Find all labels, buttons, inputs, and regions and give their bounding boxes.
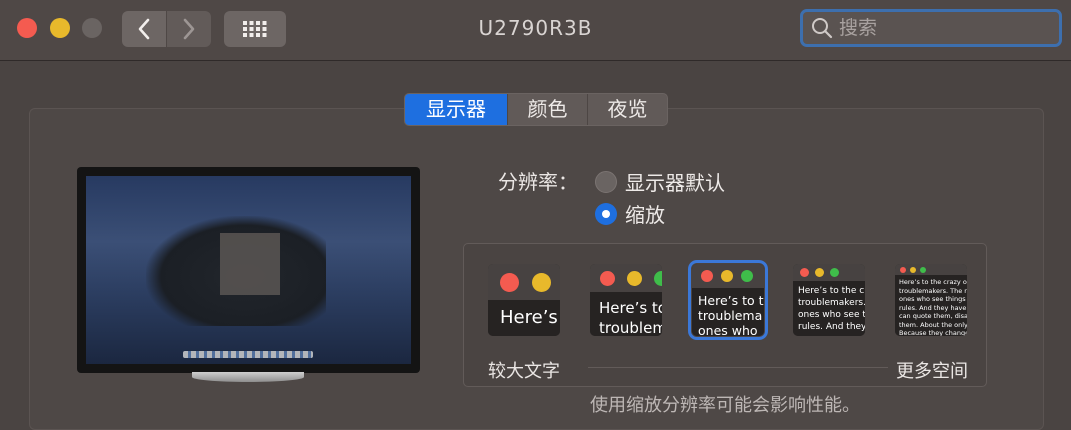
thumb-red-dot (900, 267, 906, 273)
resolution-label: 分辨率： (498, 170, 578, 194)
thumb-green-dot (920, 267, 926, 273)
thumb-text: Here’s to the crazy one troublemakers. T… (895, 275, 967, 336)
desktop-wallpaper (86, 176, 411, 364)
thumb-red-dot (800, 268, 809, 277)
thumb-green-dot (654, 271, 662, 286)
thumb-text: Here’s (488, 300, 560, 336)
preview-window (220, 233, 280, 295)
radio-default-label: 显示器默认 (625, 171, 725, 195)
thumb-red-dot (600, 271, 615, 286)
search-field[interactable] (800, 9, 1062, 47)
monitor-preview (77, 167, 420, 373)
title-bar: U2790R3B (0, 0, 1071, 61)
tab-night-shift[interactable]: 夜览 (587, 94, 667, 125)
thumb-yellow-dot (721, 270, 733, 282)
thumb-yellow-dot (532, 273, 551, 292)
thumb-yellow-dot (815, 268, 824, 277)
scale-option-2[interactable]: Here’s to troublem (590, 264, 662, 336)
scaling-performance-note: 使用缩放分辨率可能会影响性能。 (590, 395, 860, 416)
radio-default-row[interactable]: 显示器默认 (595, 167, 725, 196)
preview-dock (183, 351, 313, 358)
more-space-label: 更多空间 (896, 361, 968, 382)
thumb-red-dot (500, 273, 519, 292)
scale-option-4[interactable]: Here’s to the cr troublemakers. ones who… (793, 264, 865, 336)
thumb-text: Here’s to t troublema ones who (692, 288, 764, 336)
radio-scaled[interactable] (595, 202, 617, 225)
thumb-yellow-dot (627, 271, 642, 286)
thumb-red-dot (701, 270, 713, 282)
thumb-text: Here’s to the cr troublemakers. ones who… (793, 281, 865, 336)
scale-divider (588, 367, 888, 368)
scale-option-3[interactable]: Here’s to t troublema ones who (688, 260, 768, 340)
search-input[interactable] (837, 16, 1051, 40)
tab-bar: 显示器 颜色 夜览 (404, 93, 668, 126)
tab-color[interactable]: 颜色 (507, 94, 587, 125)
tab-display[interactable]: 显示器 (405, 94, 507, 125)
thumb-green-dot (741, 270, 753, 282)
radio-scaled-label: 缩放 (625, 203, 665, 227)
scale-option-1[interactable]: Here’s (488, 264, 560, 336)
monitor-stand (192, 372, 304, 382)
scale-option-5[interactable]: Here’s to the crazy one troublemakers. T… (895, 264, 967, 336)
larger-text-label: 较大文字 (488, 361, 560, 382)
thumb-green-dot (830, 268, 839, 277)
radio-scaled-row[interactable]: 缩放 (595, 199, 665, 228)
thumb-text: Here’s to troublem (590, 292, 662, 336)
radio-default[interactable] (595, 170, 617, 193)
thumb-yellow-dot (910, 267, 916, 273)
search-icon (812, 18, 833, 39)
